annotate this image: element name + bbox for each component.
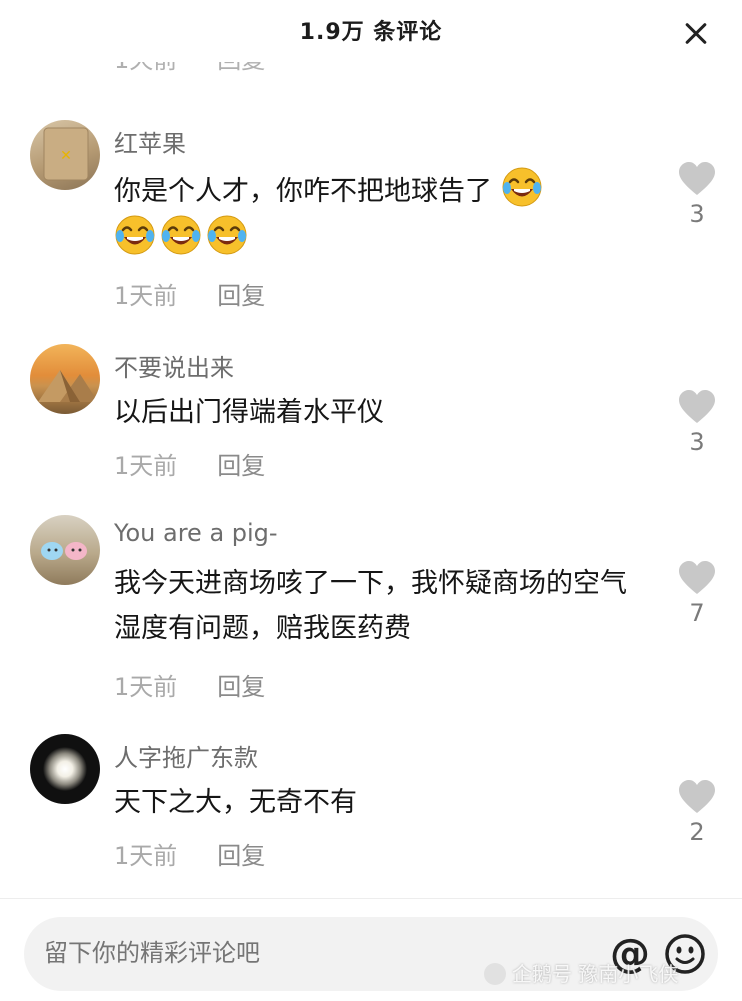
comment-meta: 1天前 回复 <box>114 446 265 481</box>
comment-text: 我今天进商场咳了一下，我怀疑商场的空气湿度有问题，赔我医药费 <box>114 568 627 644</box>
like-count: 3 <box>689 200 705 228</box>
comment-text-content: 你是个人才，你咋不把地球告了 <box>114 176 492 207</box>
like-count: 7 <box>689 599 705 627</box>
comments-header: 1.9万 条评论 <box>0 0 742 62</box>
comment-username[interactable]: 不要说出来 <box>114 348 234 383</box>
comment-meta: 1天前 回复 <box>114 836 265 871</box>
comment-time: 1天前 <box>114 673 178 701</box>
comment-meta: 1天前 回复 <box>114 276 265 311</box>
watermark-logo-icon <box>484 963 506 985</box>
avatar-image: ✕ <box>43 127 89 181</box>
svg-text:✕: ✕ <box>60 148 72 164</box>
comment-text: 以后出门得端着水平仪 <box>114 397 384 428</box>
close-icon[interactable] <box>684 22 708 46</box>
reply-button[interactable]: 回复 <box>217 282 265 310</box>
heart-icon <box>679 780 715 813</box>
heart-icon <box>679 390 715 423</box>
comment-time: 1天前 <box>114 842 178 870</box>
comment-username[interactable]: You are a pig- <box>114 519 278 547</box>
comment-username[interactable]: 人字拖广东款 <box>114 738 258 773</box>
comment-time: 1天前 <box>114 452 178 480</box>
like-count: 2 <box>689 818 705 846</box>
comment-time: 1天前 <box>114 282 178 310</box>
watermark-text: 企鹅号 豫南小飞侠 <box>512 962 679 986</box>
avatar-image <box>41 542 87 560</box>
comment-text: 天下之大，无奇不有 <box>114 787 357 818</box>
like-button[interactable]: 3 <box>672 390 722 456</box>
like-button[interactable]: 7 <box>672 561 722 627</box>
watermark: 企鹅号 豫南小飞侠 <box>484 958 678 987</box>
laughing-crying-emoji-icon <box>161 215 201 255</box>
heart-icon <box>679 162 715 195</box>
comment-text: 你是个人才，你咋不把地球告了 <box>114 166 634 262</box>
like-button[interactable]: 3 <box>672 162 722 228</box>
heart-icon <box>679 561 715 594</box>
comment-username[interactable]: 红苹果 <box>114 124 186 159</box>
avatar-image <box>38 370 98 402</box>
avatar[interactable] <box>30 734 100 804</box>
like-button[interactable]: 2 <box>672 780 722 846</box>
avatar-image <box>43 747 87 791</box>
avatar[interactable] <box>30 515 100 585</box>
like-count: 3 <box>689 428 705 456</box>
reply-button[interactable]: 回复 <box>217 842 265 870</box>
avatar[interactable] <box>30 344 100 414</box>
reply-button[interactable]: 回复 <box>217 452 265 480</box>
laughing-crying-emoji-icon <box>502 167 542 207</box>
comment-meta: 1天前 回复 <box>114 667 265 702</box>
avatar[interactable]: ✕ <box>30 120 100 190</box>
reply-button[interactable]: 回复 <box>217 673 265 701</box>
comments-count-title: 1.9万 条评论 <box>299 20 443 45</box>
laughing-crying-emoji-icon <box>207 215 247 255</box>
laughing-crying-emoji-icon <box>115 215 155 255</box>
